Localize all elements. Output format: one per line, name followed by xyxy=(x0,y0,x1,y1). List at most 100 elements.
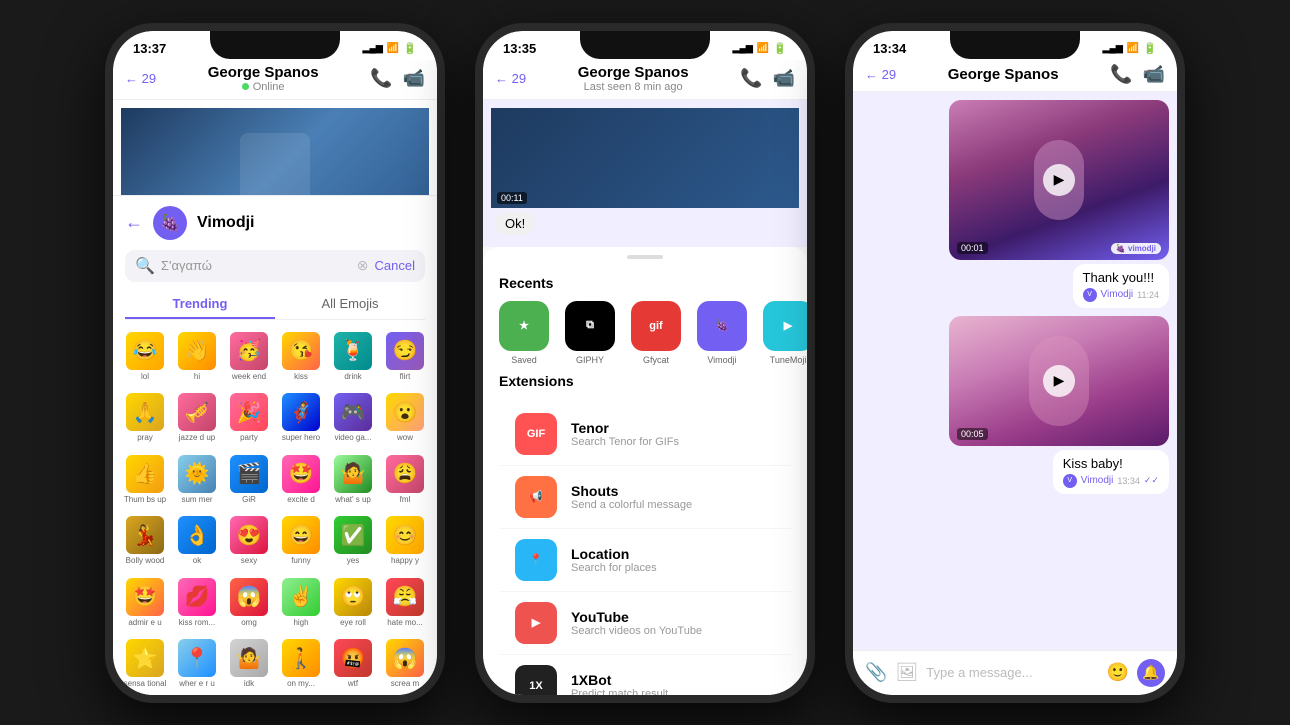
emoji-item[interactable]: 😤 hate mo... xyxy=(381,574,429,632)
phone-icon-1[interactable]: 📞 xyxy=(370,68,392,89)
recent-label: GIPHY xyxy=(576,355,604,365)
back-button-3[interactable]: ← 29 xyxy=(865,67,896,82)
sender-avatar-1: V xyxy=(1083,288,1097,302)
emoji-item[interactable]: 😮 wow xyxy=(381,389,429,447)
recent-item[interactable]: 🍇 Vimodji xyxy=(697,301,747,365)
photo-icon[interactable]: 🖼 xyxy=(895,662,918,683)
cancel-btn-1[interactable]: Cancel xyxy=(375,258,415,273)
emoji-back-1[interactable]: ← xyxy=(125,212,143,233)
clear-icon-1[interactable]: ⊗ xyxy=(357,257,369,274)
emoji-img: 🎉 xyxy=(230,393,268,431)
emoji-item[interactable]: 🚶 on my... xyxy=(277,635,325,693)
msg-time-2: 13:34 xyxy=(1117,476,1140,486)
emoji-item[interactable]: 😏 flirt xyxy=(381,328,429,386)
emoji-item[interactable]: 😘 kiss xyxy=(277,328,325,386)
extension-desc: Send a colorful message xyxy=(571,499,775,511)
recent-item[interactable]: ★ Saved xyxy=(499,301,549,365)
emoji-item[interactable]: ⭐ sensa tional xyxy=(121,635,169,693)
extension-item[interactable]: ▶ YouTube Search videos on YouTube xyxy=(499,592,791,655)
recent-item[interactable]: gif Gfycat xyxy=(631,301,681,365)
emoji-item[interactable]: 😂 lol xyxy=(121,328,169,386)
phone-icon-2[interactable]: 📞 xyxy=(740,68,762,89)
back-button-2[interactable]: ← 29 xyxy=(495,71,526,86)
extension-item[interactable]: 📢 Shouts Send a colorful message xyxy=(499,466,791,529)
emoji-item[interactable]: 🤷 idk xyxy=(225,635,273,693)
phone-icon-3[interactable]: 📞 xyxy=(1110,64,1132,85)
extension-name: Tenor xyxy=(571,420,775,436)
play-btn-1[interactable]: ▶ xyxy=(1043,164,1075,196)
attachment-icon[interactable]: 📎 xyxy=(865,662,887,683)
chat-header-1: ← 29 George Spanos Online 📞 📹 xyxy=(113,60,437,100)
emoji-item[interactable]: 😍 sexy xyxy=(225,512,273,570)
video-icon-1[interactable]: 📹 xyxy=(403,68,425,89)
emoji-item[interactable]: 🎉 party xyxy=(225,389,273,447)
emoji-item[interactable]: ✅ yes xyxy=(329,512,377,570)
signal-icon-2: ▂▄▆ xyxy=(733,43,753,54)
emoji-item[interactable]: 🙄 eye roll xyxy=(329,574,377,632)
emoji-item[interactable]: 💋 kiss rom... xyxy=(173,574,221,632)
extension-icon: 📢 xyxy=(515,476,557,518)
emoji-label: GiR xyxy=(242,495,256,505)
emoji-item[interactable]: 😊 happy y xyxy=(381,512,429,570)
emoji-item[interactable]: 🌞 sum mer xyxy=(173,451,221,509)
emoji-img: 😂 xyxy=(126,332,164,370)
recent-item[interactable]: ⧉ GIPHY xyxy=(565,301,615,365)
video-thumb-msg-1[interactable]: ▶ 00:01 🍇 vimodji xyxy=(949,100,1169,260)
recent-item[interactable]: ▶ TuneMoji xyxy=(763,301,807,365)
extension-item[interactable]: 1X 1XBot Predict match result xyxy=(499,655,791,695)
extension-desc: Search Tenor for GIFs xyxy=(571,436,775,448)
emoji-item[interactable]: 🦸 super hero xyxy=(277,389,325,447)
emoji-item[interactable]: 😱 omg xyxy=(225,574,273,632)
tab-all-emojis[interactable]: All Emojis xyxy=(275,290,425,319)
extension-item[interactable]: GIF Tenor Search Tenor for GIFs xyxy=(499,403,791,466)
type-input-3[interactable]: Type a message... xyxy=(926,665,1098,680)
recent-icon: gif xyxy=(631,301,681,351)
emoji-item[interactable]: 😄 funny xyxy=(277,512,325,570)
emoji-img: 👋 xyxy=(178,332,216,370)
emoji-item[interactable]: 🎺 jazze d up xyxy=(173,389,221,447)
emoji-item[interactable]: 😩 fml xyxy=(381,451,429,509)
emoji-item[interactable]: 💃 Bolly wood xyxy=(121,512,169,570)
mic-button-3[interactable]: 🔔 xyxy=(1137,659,1165,687)
emoji-item[interactable]: 🎮 video ga... xyxy=(329,389,377,447)
emoji-item[interactable]: 😱 screa m xyxy=(381,635,429,693)
emoji-item[interactable]: ✌️ high xyxy=(277,574,325,632)
recents-section: Recents ★ Saved ⧉ GIPHY gif Gfycat 🍇 Vim… xyxy=(483,267,807,373)
sender-name-1: Vimodji xyxy=(1101,289,1134,300)
emoji-item[interactable]: 🍹 drink xyxy=(329,328,377,386)
emoji-label: sum mer xyxy=(181,495,212,505)
emoji-img: 🥳 xyxy=(230,332,268,370)
extension-item[interactable]: 📍 Location Search for places xyxy=(499,529,791,592)
extension-icon: GIF xyxy=(515,413,557,455)
emoji-icon-3[interactable]: 🙂 xyxy=(1107,662,1129,683)
header-actions-1: 📞 📹 xyxy=(370,68,425,89)
mic-icon: 🔔 xyxy=(1142,664,1159,681)
emoji-item[interactable]: 🥳 week end xyxy=(225,328,273,386)
emoji-img: 🚶 xyxy=(282,639,320,677)
video-icon-2[interactable]: 📹 xyxy=(773,68,795,89)
video-icon-3[interactable]: 📹 xyxy=(1143,64,1165,85)
video-message-2: ▶ 00:05 Kiss baby! V Vimodji 13:34 ✓✓ xyxy=(949,316,1169,494)
emoji-item[interactable]: 👋 hi xyxy=(173,328,221,386)
emoji-item[interactable]: 🤩 excite d xyxy=(277,451,325,509)
emoji-item[interactable]: 👌 ok xyxy=(173,512,221,570)
emoji-img: 🤩 xyxy=(282,455,320,493)
notch-2 xyxy=(580,31,710,59)
emoji-item[interactable]: 🤩 admir e u xyxy=(121,574,169,632)
emoji-item[interactable]: 📍 wher e r u xyxy=(173,635,221,693)
emoji-item[interactable]: 👍 Thum bs up xyxy=(121,451,169,509)
emoji-item[interactable]: 🎬 GiR xyxy=(225,451,273,509)
tab-trending[interactable]: Trending xyxy=(125,290,275,319)
play-btn-2[interactable]: ▶ xyxy=(1043,365,1075,397)
emoji-label: sexy xyxy=(241,556,257,566)
battery-icon-2: 🔋 xyxy=(773,42,787,55)
online-dot-1 xyxy=(242,83,249,90)
msg-text-2: Kiss baby! xyxy=(1063,456,1159,471)
emoji-label: Bolly wood xyxy=(126,556,165,566)
back-button-1[interactable]: ← 29 xyxy=(125,71,156,86)
header-actions-3: 📞 📹 xyxy=(1110,64,1165,85)
emoji-item[interactable]: 🤷 what' s up xyxy=(329,451,377,509)
video-thumb-msg-2[interactable]: ▶ 00:05 xyxy=(949,316,1169,446)
emoji-item[interactable]: 🙏 pray xyxy=(121,389,169,447)
emoji-item[interactable]: 🤬 wtf xyxy=(329,635,377,693)
